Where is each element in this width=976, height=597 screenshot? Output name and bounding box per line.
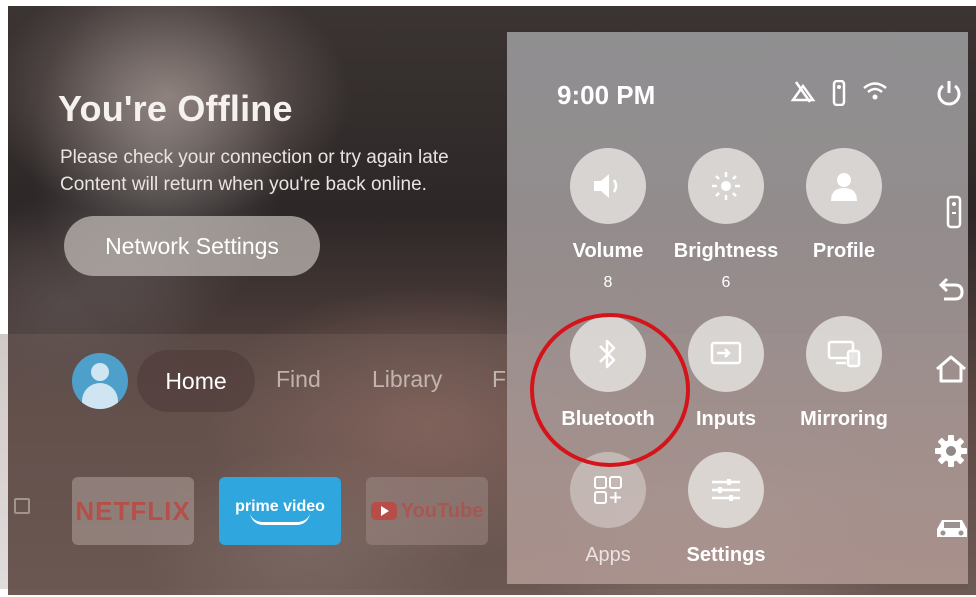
network-settings-button[interactable]: Network Settings — [64, 216, 320, 276]
speaker-icon — [594, 174, 618, 198]
avatar-head — [91, 363, 109, 381]
remote-icon[interactable] — [946, 195, 962, 229]
nav-tab-home[interactable]: Home — [137, 350, 255, 412]
profile-button[interactable] — [806, 148, 882, 224]
offline-message-line2: Content will return when you're back onl… — [60, 174, 427, 195]
gear-icon[interactable] — [934, 434, 968, 468]
app-tile-prime-video[interactable]: prime video — [219, 477, 341, 545]
no-signal-icon — [790, 81, 816, 103]
brightness-value: 6 — [721, 274, 731, 291]
mirroring-icon — [827, 340, 861, 368]
avatar-body — [82, 383, 118, 409]
back-icon[interactable] — [934, 276, 966, 304]
settings-label: Settings — [686, 544, 766, 566]
qs-tile-volume[interactable]: Volume 8 — [570, 148, 646, 291]
input-icon — [710, 341, 742, 365]
brightness-button[interactable] — [688, 148, 764, 224]
side-glyph-icon — [14, 498, 30, 514]
qs-tile-brightness[interactable]: Brightness 6 — [674, 148, 778, 291]
mirroring-label: Mirroring — [800, 408, 888, 430]
qs-tile-settings[interactable]: Settings — [687, 452, 765, 566]
nav-tab-find[interactable]: Find — [276, 366, 321, 393]
nav-tab-more[interactable]: F — [492, 366, 506, 393]
offline-message-line1: Please check your connection or try agai… — [60, 147, 449, 168]
profile-avatar[interactable] — [72, 353, 128, 409]
remote-status-icon — [832, 80, 846, 106]
car-icon[interactable] — [934, 515, 970, 541]
offline-title: You're Offline — [58, 88, 293, 129]
volume-button[interactable] — [570, 148, 646, 224]
prime-smile-icon — [250, 512, 310, 525]
settings-button[interactable] — [688, 452, 764, 528]
youtube-play-icon — [370, 502, 397, 520]
qs-tile-inputs[interactable]: Inputs — [688, 316, 764, 430]
inputs-button[interactable] — [688, 316, 764, 392]
bluetooth-highlight-ring — [530, 313, 690, 467]
youtube-label: YouTube — [400, 499, 484, 522]
app-tile-netflix[interactable]: NETFLIX — [72, 477, 194, 545]
profile-label: Profile — [812, 240, 876, 262]
wifi-icon — [863, 82, 887, 100]
sun-icon — [712, 172, 740, 200]
qs-tile-mirroring[interactable]: Mirroring — [800, 316, 888, 430]
clock: 9:00 PM — [557, 80, 656, 110]
apps-icon — [594, 476, 622, 504]
netflix-label: NETFLIX — [75, 495, 191, 526]
person-icon — [831, 173, 857, 201]
qs-tile-profile[interactable]: Profile — [806, 148, 882, 262]
app-tile-youtube[interactable]: YouTube — [366, 477, 488, 545]
sliders-icon — [712, 479, 740, 501]
mirroring-button[interactable] — [806, 316, 882, 392]
home-icon[interactable] — [934, 354, 968, 384]
nav-tab-library[interactable]: Library — [372, 366, 442, 393]
power-icon[interactable] — [934, 78, 964, 110]
